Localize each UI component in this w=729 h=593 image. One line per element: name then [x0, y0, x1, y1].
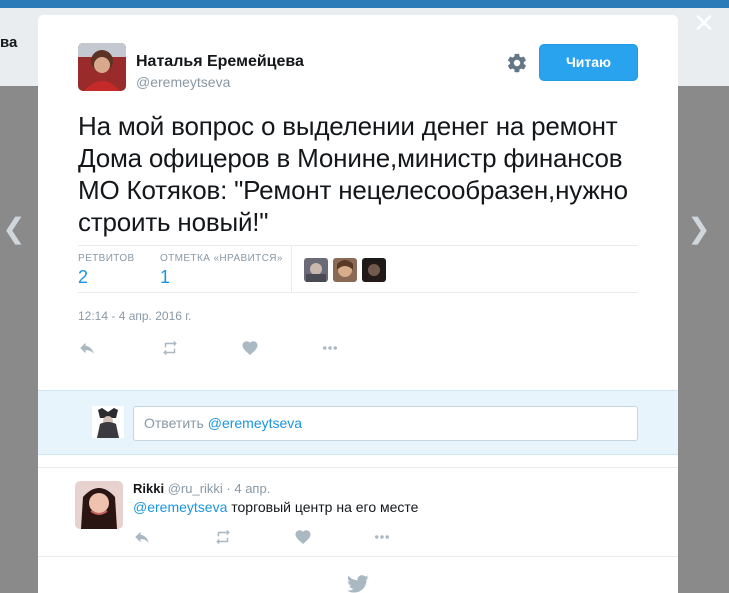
retweets-stat[interactable]: РЕТВИТОВ 2 [78, 253, 135, 288]
reply-area: Ответить @eremeytseva [38, 390, 678, 455]
background-partial-text: ва [0, 34, 18, 51]
gear-icon[interactable] [506, 52, 528, 74]
author-avatar[interactable] [78, 43, 126, 91]
stats-divider [291, 246, 292, 293]
reply-icon[interactable] [78, 339, 98, 359]
reply-input[interactable]: Ответить @eremeytseva [133, 406, 638, 441]
more-icon[interactable] [371, 528, 391, 548]
more-icon[interactable] [319, 339, 339, 359]
liker-avatar[interactable] [304, 258, 328, 282]
reply-input-mention: @eremeytseva [207, 415, 303, 431]
next-arrow-icon[interactable]: ❯ [687, 215, 711, 243]
reply-header: Rikki @ru_rikki · 4 апр. [133, 481, 270, 496]
follow-button[interactable]: Читаю [539, 44, 638, 81]
tweet-modal: Наталья Еремейцева @eremeytseva Читаю На… [38, 15, 678, 593]
close-icon[interactable]: ✕ [691, 10, 717, 36]
retweets-label: РЕТВИТОВ [78, 253, 135, 264]
reply-text: @eremeytseva торговый центр на его месте [133, 499, 418, 515]
previous-arrow-icon[interactable]: ❮ [2, 215, 26, 243]
likers-avatars [304, 258, 386, 282]
liker-avatar[interactable] [362, 258, 386, 282]
reply-input-placeholder: Ответить [144, 415, 208, 431]
reply-actions [133, 528, 433, 548]
tweet-text: На мой вопрос о выделении денег на ремон… [78, 111, 628, 237]
reply-separator: · [222, 481, 235, 496]
retweet-icon[interactable] [213, 528, 233, 548]
likes-label: ОТМЕТКА «НРАВИТСЯ» [160, 253, 283, 264]
likes-stat[interactable]: ОТМЕТКА «НРАВИТСЯ» 1 [160, 253, 283, 288]
twitter-bird-icon [347, 575, 369, 593]
tweet-timestamp[interactable]: 12:14 - 4 апр. 2016 г. [78, 309, 192, 323]
reply-body: торговый центр на его месте [227, 499, 419, 515]
author-name[interactable]: Наталья Еремейцева [136, 53, 304, 71]
retweet-icon[interactable] [160, 339, 180, 359]
likes-count[interactable]: 1 [160, 267, 283, 288]
liker-avatar[interactable] [333, 258, 357, 282]
retweets-count[interactable]: 2 [78, 267, 135, 288]
heart-icon[interactable] [294, 528, 314, 548]
reply-author-handle[interactable]: @ru_rikki [168, 481, 223, 496]
reply-icon[interactable] [133, 528, 153, 548]
heart-icon[interactable] [241, 339, 261, 359]
background-top-bar [0, 0, 729, 8]
author-handle[interactable]: @eremeytseva [136, 74, 230, 90]
current-user-avatar [92, 406, 124, 438]
reply-tweet[interactable]: Rikki @ru_rikki · 4 апр. @eremeytseva то… [38, 467, 678, 557]
tweet-actions [78, 339, 378, 359]
tweet-stats: РЕТВИТОВ 2 ОТМЕТКА «НРАВИТСЯ» 1 [78, 245, 638, 293]
reply-time[interactable]: 4 апр. [234, 481, 270, 496]
reply-mention[interactable]: @eremeytseva [133, 499, 227, 515]
reply-author-name[interactable]: Rikki [133, 481, 164, 496]
reply-author-avatar[interactable] [75, 481, 123, 529]
